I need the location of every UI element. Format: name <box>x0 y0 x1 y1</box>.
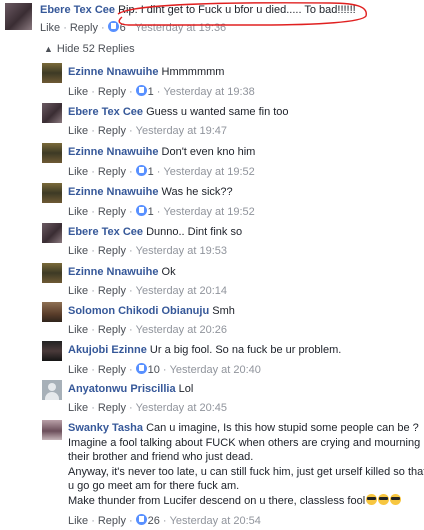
like-link[interactable]: Like <box>68 245 88 257</box>
like-reaction-icon[interactable] <box>135 85 147 96</box>
like-link[interactable]: Like <box>68 515 88 527</box>
avatar[interactable] <box>42 420 62 440</box>
reply-author[interactable]: Akujobi Ezinne <box>68 344 147 356</box>
reply-text: Don't even kno him <box>161 146 256 158</box>
reply-link[interactable]: Reply <box>98 324 126 336</box>
reply-link[interactable]: Reply <box>70 22 98 34</box>
sunglasses-emoji-icon <box>366 493 378 505</box>
reaction-count[interactable]: 26 <box>148 515 160 527</box>
reply-link[interactable]: Reply <box>98 86 126 98</box>
reply-timestamp[interactable]: Yesterday at 20:40 <box>170 364 261 376</box>
like-reaction-icon[interactable] <box>135 363 147 374</box>
reply-text-line: their brother and friend who just dead. <box>68 451 254 463</box>
reply-timestamp[interactable]: Yesterday at 20:14 <box>136 285 227 297</box>
top-comment: Ebere Tex Cee Rip. I dint get to Fuck u … <box>0 0 424 38</box>
reply-text: Guess u wanted same fin too <box>146 106 289 118</box>
reaction-count[interactable]: 6 <box>120 22 126 34</box>
comment-author[interactable]: Ebere Tex Cee <box>40 4 115 16</box>
reply-timestamp[interactable]: Yesterday at 20:45 <box>136 402 227 414</box>
reply-author[interactable]: Ezinne Nnawuihe <box>68 146 158 158</box>
like-link[interactable]: Like <box>68 324 88 336</box>
reply-timestamp[interactable]: Yesterday at 20:26 <box>136 324 227 336</box>
avatar[interactable] <box>42 263 62 283</box>
reply-text-line: u go go meet am for there fuck am. <box>68 480 240 492</box>
reply-author[interactable]: Ebere Tex Cee <box>68 106 143 118</box>
avatar[interactable] <box>5 3 32 30</box>
reaction-count[interactable]: 1 <box>148 206 154 218</box>
reply-timestamp[interactable]: Yesterday at 19:38 <box>163 86 254 98</box>
reply-timestamp[interactable]: Yesterday at 19:52 <box>163 206 254 218</box>
reply-link[interactable]: Reply <box>98 166 126 178</box>
avatar[interactable] <box>42 63 62 83</box>
comment-text: Rip. I dint get to Fuck u bfor u died...… <box>118 4 356 16</box>
hide-replies-link[interactable]: ▲ Hide 52 Replies <box>44 43 135 55</box>
reply-text: Lol <box>178 383 194 395</box>
sunglasses-emoji-icon <box>378 493 390 505</box>
like-link[interactable]: Like <box>68 86 88 98</box>
reply-text: Ok <box>161 266 176 278</box>
reply-link[interactable]: Reply <box>98 285 126 297</box>
hide-replies-label: Hide 52 Replies <box>56 43 135 55</box>
reaction-count[interactable]: 10 <box>148 364 160 376</box>
reply-timestamp[interactable]: Yesterday at 20:54 <box>170 515 261 527</box>
comment-actions: Like · Reply · 6 Yesterday at 19:36 <box>40 21 227 34</box>
reply-link[interactable]: Reply <box>98 125 126 137</box>
reply-text: Dunno.. Dint fink so <box>146 226 243 238</box>
avatar[interactable] <box>42 302 62 322</box>
reply-timestamp[interactable]: Yesterday at 19:53 <box>136 245 227 257</box>
reaction-count[interactable]: 1 <box>148 166 154 178</box>
like-link[interactable]: Like <box>68 285 88 297</box>
reply-link[interactable]: Reply <box>98 364 126 376</box>
reply-link[interactable]: Reply <box>98 245 126 257</box>
reply-text: Hmmmmmm <box>161 66 225 78</box>
reaction-count[interactable]: 1 <box>148 86 154 98</box>
like-reaction-icon[interactable] <box>135 514 147 525</box>
reply-item: Swanky Tasha Can u imagine, Is this how … <box>68 421 424 508</box>
reply-link[interactable]: Reply <box>98 402 126 414</box>
like-reaction-icon[interactable] <box>135 165 147 176</box>
comment-timestamp[interactable]: Yesterday at 19:36 <box>135 22 226 34</box>
like-reaction-icon[interactable] <box>107 21 119 32</box>
reply-text: Ur a big fool. So na fuck be ur problem. <box>149 344 342 356</box>
reply-author[interactable]: Ebere Tex Cee <box>68 226 143 238</box>
like-link[interactable]: Like <box>40 22 60 34</box>
like-link[interactable]: Like <box>68 364 88 376</box>
comment-line: Ebere Tex Cee Rip. I dint get to Fuck u … <box>40 4 356 16</box>
sunglasses-emoji-icon <box>390 493 402 505</box>
like-link[interactable]: Like <box>68 125 88 137</box>
like-link[interactable]: Like <box>68 206 88 218</box>
like-link[interactable]: Like <box>68 166 88 178</box>
like-link[interactable]: Like <box>68 402 88 414</box>
reply-author[interactable]: Ezinne Nnawuihe <box>68 186 158 198</box>
reply-text: Was he sick?? <box>161 186 233 198</box>
reply-author[interactable]: Ezinne Nnawuihe <box>68 66 158 78</box>
reply-timestamp[interactable]: Yesterday at 19:47 <box>136 125 227 137</box>
reply-text-line: Can u imagine, Is this how stupid some p… <box>146 422 419 434</box>
chevron-up-icon: ▲ <box>44 44 53 54</box>
reply-author[interactable]: Anyatonwu Priscillia <box>68 383 176 395</box>
reply-text-line: Imagine a fool talking about FUCK when o… <box>68 436 421 449</box>
reply-text-line: Make thunder from Lucifer descend on u t… <box>68 494 366 507</box>
reply-author[interactable]: Ezinne Nnawuihe <box>68 266 158 278</box>
comment-actions: Like · Reply · 26 · Yesterday at 20:54 <box>68 514 261 527</box>
reply-timestamp[interactable]: Yesterday at 19:52 <box>163 166 254 178</box>
avatar[interactable] <box>42 103 62 123</box>
reply-author[interactable]: Solomon Chikodi Obianuju <box>68 305 209 317</box>
avatar[interactable] <box>42 223 62 243</box>
avatar[interactable] <box>42 341 62 361</box>
avatar[interactable] <box>42 380 62 400</box>
avatar[interactable] <box>42 183 62 203</box>
reply-link[interactable]: Reply <box>98 206 126 218</box>
avatar[interactable] <box>42 143 62 163</box>
reply-text-line: Anyway, it's never too late, u can still… <box>68 465 424 478</box>
like-reaction-icon[interactable] <box>135 205 147 216</box>
reply-author[interactable]: Swanky Tasha <box>68 422 143 434</box>
reply-link[interactable]: Reply <box>98 515 126 527</box>
reply-text: Smh <box>212 305 235 317</box>
